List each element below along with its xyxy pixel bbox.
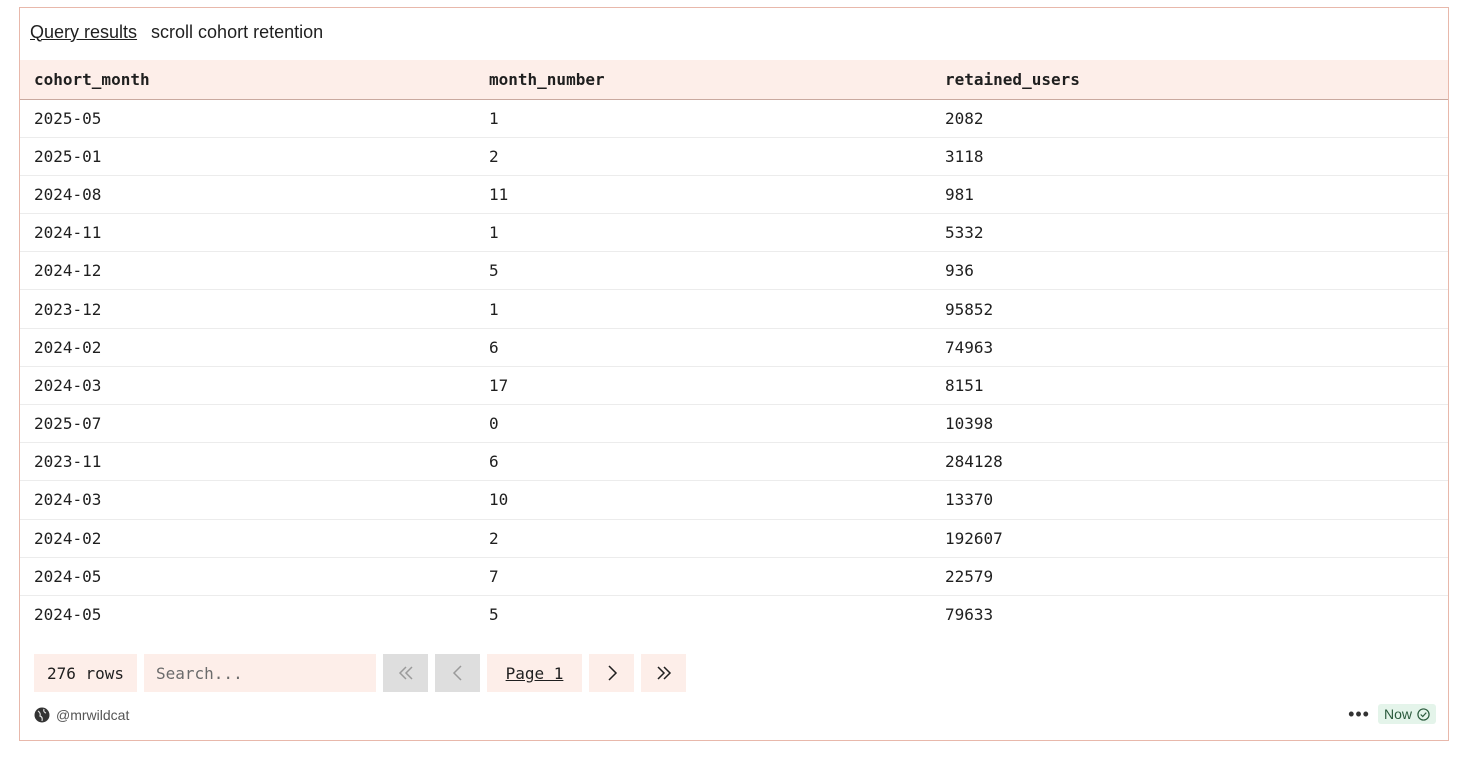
table-row[interactable]: 2024-12 5 936 bbox=[20, 252, 1448, 290]
footer-actions: ••• Now bbox=[1348, 704, 1436, 724]
table-row[interactable]: 2024-03 17 8151 bbox=[20, 366, 1448, 405]
chevron-right-icon bbox=[607, 665, 617, 681]
table-cell-cohort-month: 2023-12 bbox=[34, 299, 102, 319]
table-header-row: cohort_month month_number retained_users bbox=[20, 60, 1448, 99]
table-row[interactable]: 2024-02 6 74963 bbox=[20, 328, 1448, 367]
table-row[interactable]: 2024-05 5 79633 bbox=[20, 595, 1448, 633]
column-header-month-number[interactable]: month_number bbox=[475, 60, 931, 99]
table-cell-month-number: 2 bbox=[489, 146, 499, 166]
table-cell-cohort-month: 2025-07 bbox=[34, 414, 102, 434]
table-cell-month-number: 11 bbox=[489, 184, 509, 204]
table-cell-retained-users: 981 bbox=[945, 184, 974, 204]
table-cell-retained-users: 936 bbox=[945, 261, 974, 281]
ellipsis-icon[interactable]: ••• bbox=[1348, 705, 1370, 723]
table-cell-retained-users: 13370 bbox=[945, 490, 994, 510]
table-cell-month-number: 0 bbox=[489, 414, 499, 434]
search-input[interactable] bbox=[144, 654, 376, 692]
table-row[interactable]: 2024-03 10 13370 bbox=[20, 481, 1448, 520]
table-cell-retained-users: 192607 bbox=[945, 528, 1003, 548]
author-info: @mrwildcat bbox=[34, 707, 129, 723]
first-page-button[interactable] bbox=[383, 654, 428, 692]
status-label: Now bbox=[1383, 706, 1412, 722]
table-cell-month-number: 17 bbox=[489, 375, 509, 395]
column-header-retained-users[interactable]: retained_users bbox=[931, 60, 1448, 99]
results-table: cohort_month month_number retained_users… bbox=[20, 60, 1448, 634]
table-cell-month-number: 5 bbox=[489, 605, 499, 625]
row-count: 276 rows bbox=[34, 654, 137, 692]
table-cell-cohort-month: 2024-05 bbox=[34, 605, 102, 625]
card-header: Query results scroll cohort retention bbox=[30, 20, 323, 44]
query-results-link[interactable]: Query results bbox=[30, 22, 137, 43]
table-cell-cohort-month: 2024-11 bbox=[34, 223, 102, 243]
check-circle-icon bbox=[1417, 707, 1430, 721]
table-cell-month-number: 10 bbox=[489, 490, 509, 510]
table-cell-month-number: 1 bbox=[489, 108, 499, 128]
table-body: 2025-05 1 2082 2025-01 2 3118 2024-08 11 981 2024… bbox=[20, 99, 1448, 634]
table-cell-cohort-month: 2024-12 bbox=[34, 261, 102, 281]
status-badge[interactable]: Now bbox=[1377, 704, 1436, 724]
table-cell-month-number: 1 bbox=[489, 223, 499, 243]
table-row[interactable]: 2025-07 0 10398 bbox=[20, 405, 1448, 443]
table-cell-month-number: 6 bbox=[489, 452, 499, 472]
table-cell-retained-users: 74963 bbox=[945, 337, 994, 357]
table-cell-retained-users: 8151 bbox=[945, 375, 984, 395]
author-handle[interactable]: @mrwildcat bbox=[56, 707, 129, 723]
table-row[interactable]: 2024-05 7 22579 bbox=[20, 557, 1448, 596]
double-chevron-right-icon bbox=[656, 666, 671, 680]
query-title: scroll cohort retention bbox=[151, 21, 324, 42]
pagination-bar: 276 rows Page 1 bbox=[34, 654, 686, 692]
table-cell-month-number: 2 bbox=[489, 528, 499, 548]
table-cell-month-number: 1 bbox=[489, 299, 499, 319]
table-cell-month-number: 6 bbox=[489, 337, 499, 357]
double-chevron-left-icon bbox=[398, 666, 413, 680]
previous-page-button[interactable] bbox=[435, 654, 480, 692]
table-cell-cohort-month: 2024-02 bbox=[34, 337, 102, 357]
table-cell-cohort-month: 2025-01 bbox=[34, 146, 102, 166]
table-cell-cohort-month: 2025-05 bbox=[34, 108, 102, 128]
table-cell-cohort-month: 2024-03 bbox=[34, 375, 102, 395]
table-cell-month-number: 5 bbox=[489, 261, 499, 281]
table-cell-cohort-month: 2024-03 bbox=[34, 490, 102, 510]
table-cell-retained-users: 79633 bbox=[945, 605, 994, 625]
table-row[interactable]: 2025-01 2 3118 bbox=[20, 137, 1448, 176]
table-row[interactable]: 2024-02 2 192607 bbox=[20, 519, 1448, 558]
next-page-button[interactable] bbox=[589, 654, 634, 692]
table-row[interactable]: 2024-08 11 981 bbox=[20, 175, 1448, 214]
table-cell-retained-users: 3118 bbox=[945, 146, 984, 166]
table-cell-retained-users: 95852 bbox=[945, 299, 994, 319]
table-cell-retained-users: 10398 bbox=[945, 414, 994, 434]
table-cell-cohort-month: 2023-11 bbox=[34, 452, 102, 472]
column-header-cohort-month[interactable]: cohort_month bbox=[20, 60, 475, 99]
table-row[interactable]: 2023-12 1 95852 bbox=[20, 290, 1448, 329]
query-results-card: Query results scroll cohort retention co… bbox=[19, 7, 1449, 741]
globe-icon bbox=[34, 707, 50, 723]
table-row[interactable]: 2024-11 1 5332 bbox=[20, 214, 1448, 252]
table-cell-month-number: 7 bbox=[489, 566, 499, 586]
current-page-button[interactable]: Page 1 bbox=[487, 654, 582, 692]
table-cell-cohort-month: 2024-08 bbox=[34, 184, 102, 204]
chevron-left-icon bbox=[452, 665, 462, 681]
table-cell-retained-users: 5332 bbox=[945, 223, 984, 243]
table-cell-cohort-month: 2024-05 bbox=[34, 566, 102, 586]
table-row[interactable]: 2025-05 1 2082 bbox=[20, 99, 1448, 138]
last-page-button[interactable] bbox=[641, 654, 686, 692]
table-cell-retained-users: 22579 bbox=[945, 566, 994, 586]
table-cell-cohort-month: 2024-02 bbox=[34, 528, 102, 548]
table-row[interactable]: 2023-11 6 284128 bbox=[20, 443, 1448, 481]
table-cell-retained-users: 284128 bbox=[945, 452, 1003, 472]
table-cell-retained-users: 2082 bbox=[945, 108, 984, 128]
